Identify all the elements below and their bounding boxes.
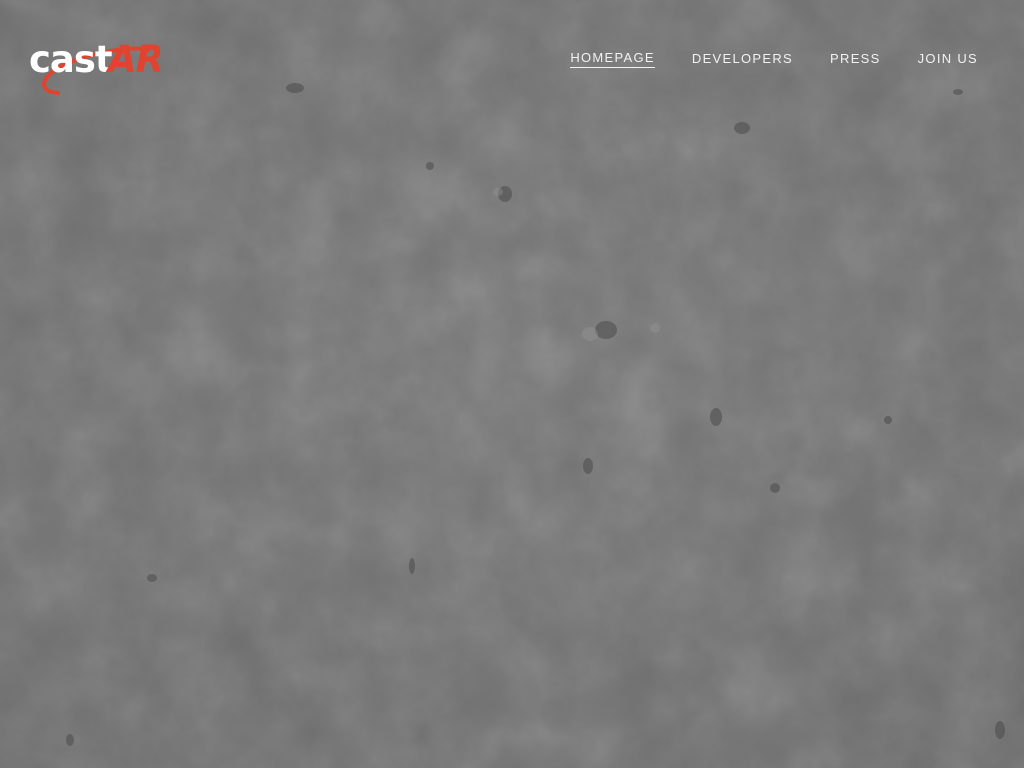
nav-homepage-link[interactable]: HOMEPAGE: [570, 50, 655, 68]
nav-join-us-link[interactable]: JOIN US: [918, 51, 978, 68]
site-header: cast AR HOMEPAGE DEVELOPERS PRESS JOIN U…: [0, 0, 1024, 120]
svg-text:cast: cast: [29, 38, 112, 81]
nav-press-link[interactable]: PRESS: [830, 51, 881, 68]
nav-developers-link[interactable]: DEVELOPERS: [692, 51, 793, 68]
castar-logo[interactable]: cast AR: [28, 26, 160, 102]
main-nav: HOMEPAGE DEVELOPERS PRESS JOIN US: [570, 50, 978, 68]
svg-text:AR: AR: [105, 38, 160, 81]
